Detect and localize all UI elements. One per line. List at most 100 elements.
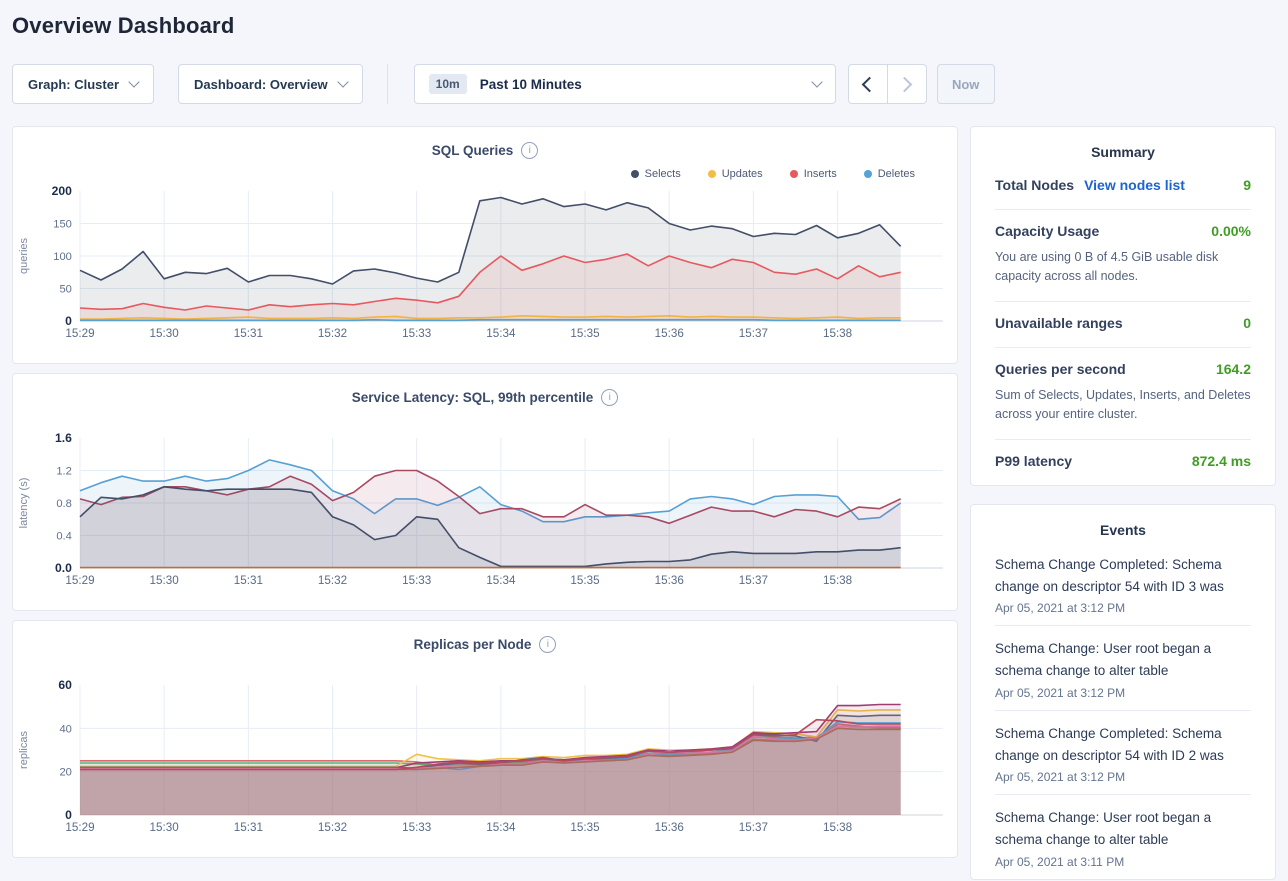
svg-text:15:29: 15:29 (65, 328, 94, 340)
svg-text:15:30: 15:30 (150, 328, 179, 340)
legend-label: Updates (722, 168, 763, 180)
svg-text:15:37: 15:37 (739, 822, 768, 834)
summary-row: P99 latency 872.4 ms (995, 440, 1251, 485)
summary-row-head: Unavailable ranges 0 (995, 315, 1251, 333)
events-title: Events (995, 505, 1251, 542)
service-latency-chart-plot[interactable]: 0.00.40.81.21.615:2915:3015:3115:3215:33… (13, 430, 957, 594)
svg-text:0: 0 (65, 314, 72, 328)
chart-legend (13, 660, 957, 675)
previous-timespan-button[interactable] (848, 64, 888, 104)
svg-text:15:31: 15:31 (234, 328, 263, 340)
legend-label: Inserts (804, 168, 837, 180)
event-item[interactable]: Schema Change Completed: Schema change o… (995, 542, 1251, 627)
chart-svg[interactable]: 05010015020015:2915:3015:3115:3215:3315:… (13, 183, 957, 347)
chevron-down-icon (811, 76, 822, 87)
graph-dropdown[interactable]: Graph: Cluster (12, 64, 154, 104)
view-nodes-list-link[interactable]: View nodes list (1084, 177, 1185, 193)
summary-row-value: 872.4 ms (1192, 453, 1251, 469)
chart-legend (13, 413, 957, 428)
svg-text:15:38: 15:38 (823, 575, 852, 587)
summary-row-head: Capacity Usage0.00% (995, 223, 1251, 241)
svg-text:1.2: 1.2 (56, 466, 72, 478)
summary-row-value: 164.2 (1216, 361, 1251, 377)
svg-text:15:29: 15:29 (65, 822, 94, 834)
summary-row-label: Unavailable ranges (995, 315, 1123, 331)
now-button[interactable]: Now (937, 64, 995, 104)
summary-rows: Total NodesView nodes list 9 Capacity Usag… (995, 164, 1251, 485)
event-item[interactable]: Schema Change: User root began a schema … (995, 795, 1251, 879)
chart-title-row: Replicas per Node i (13, 621, 957, 653)
legend-item-deletes[interactable]: Deletes (864, 166, 915, 181)
graph-dropdown-label: Graph: Cluster (28, 77, 119, 92)
event-timestamp: Apr 05, 2021 at 3:12 PM (995, 770, 1251, 784)
event-timestamp: Apr 05, 2021 at 3:12 PM (995, 601, 1251, 615)
dashboard-dropdown[interactable]: Dashboard: Overview (178, 64, 363, 104)
svg-text:15:37: 15:37 (739, 328, 768, 340)
event-item[interactable]: Schema Change: User root began a schema … (995, 626, 1251, 711)
summary-row-label-group: Total NodesView nodes list (995, 177, 1185, 195)
replicas-per-node-chart-plot[interactable]: 020406015:2915:3015:3115:3215:3315:3415:… (13, 677, 957, 841)
legend-dot (790, 170, 798, 178)
legend-item-inserts[interactable]: Inserts (790, 166, 837, 181)
svg-text:1.6: 1.6 (55, 431, 72, 445)
svg-text:15:35: 15:35 (570, 575, 599, 587)
svg-text:15:36: 15:36 (655, 328, 684, 340)
charts-column: SQL Queries i Selects Updates Inserts Delet… (12, 126, 958, 867)
info-icon[interactable]: i (539, 636, 556, 653)
svg-text:20: 20 (59, 767, 71, 779)
toolbar-divider (387, 64, 388, 104)
svg-text:0: 0 (65, 808, 72, 822)
chevron-down-icon (128, 76, 139, 87)
summary-row-head: P99 latency 872.4 ms (995, 453, 1251, 471)
chart-title-row: Service Latency: SQL, 99th percentile i (13, 374, 957, 406)
svg-text:15:38: 15:38 (823, 328, 852, 340)
svg-text:0.4: 0.4 (56, 531, 72, 543)
summary-row: Queries per second164.2 Sum of Selects, U… (995, 348, 1251, 440)
summary-row-value: 9 (1243, 177, 1251, 193)
legend-item-updates[interactable]: Updates (708, 166, 763, 181)
chevron-left-icon (862, 76, 878, 92)
legend-dot (631, 170, 639, 178)
svg-text:0.8: 0.8 (56, 498, 72, 510)
svg-text:queries: queries (18, 238, 30, 275)
svg-text:100: 100 (53, 251, 72, 263)
event-timestamp: Apr 05, 2021 at 3:12 PM (995, 686, 1251, 700)
svg-text:15:33: 15:33 (402, 575, 431, 587)
main-content: SQL Queries i Selects Updates Inserts Delet… (12, 126, 1276, 880)
legend-item-selects[interactable]: Selects (631, 166, 681, 181)
info-icon[interactable]: i (601, 389, 618, 406)
legend-dot (708, 170, 716, 178)
event-text: Schema Change: User root began a schema … (995, 807, 1251, 852)
legend-dot (864, 170, 872, 178)
chart-title: Service Latency: SQL, 99th percentile (352, 390, 594, 405)
summary-row-label: Capacity Usage (995, 223, 1099, 239)
summary-row-head: Queries per second164.2 (995, 361, 1251, 379)
svg-text:15:35: 15:35 (570, 328, 599, 340)
next-timespan-button[interactable] (887, 64, 927, 104)
svg-text:15:38: 15:38 (823, 822, 852, 834)
time-range-selector[interactable]: 10m Past 10 Minutes (414, 64, 836, 104)
event-item[interactable]: Schema Change Completed: Schema change o… (995, 711, 1251, 796)
summary-row-label: P99 latency (995, 453, 1072, 469)
event-text: Schema Change: User root began a schema … (995, 638, 1251, 683)
summary-row-value: 0 (1243, 315, 1251, 331)
svg-text:0.0: 0.0 (55, 561, 72, 575)
chart-svg[interactable]: 0.00.40.81.21.615:2915:3015:3115:3215:33… (13, 430, 957, 594)
chart-legend: Selects Updates Inserts Deletes (13, 166, 957, 181)
legend-label: Deletes (878, 168, 915, 180)
svg-text:40: 40 (59, 723, 71, 735)
svg-text:15:35: 15:35 (570, 822, 599, 834)
toolbar: Graph: Cluster Dashboard: Overview 10m P… (12, 64, 1276, 104)
chart-svg[interactable]: 020406015:2915:3015:3115:3215:3315:3415:… (13, 677, 957, 841)
sql-queries-chart-plot[interactable]: 05010015020015:2915:3015:3115:3215:3315:… (13, 183, 957, 347)
legend-label: Selects (645, 168, 681, 180)
svg-text:15:33: 15:33 (402, 822, 431, 834)
svg-text:15:32: 15:32 (318, 822, 347, 834)
replicas-per-node-chart-card: Replicas per Node i 020406015:2915:3015:… (12, 620, 958, 858)
info-icon[interactable]: i (521, 142, 538, 159)
svg-text:15:32: 15:32 (318, 328, 347, 340)
svg-text:15:37: 15:37 (739, 575, 768, 587)
svg-text:15:32: 15:32 (318, 575, 347, 587)
summary-row-caption: Sum of Selects, Updates, Inserts, and De… (995, 386, 1251, 425)
chart-title-row: SQL Queries i (13, 127, 957, 159)
